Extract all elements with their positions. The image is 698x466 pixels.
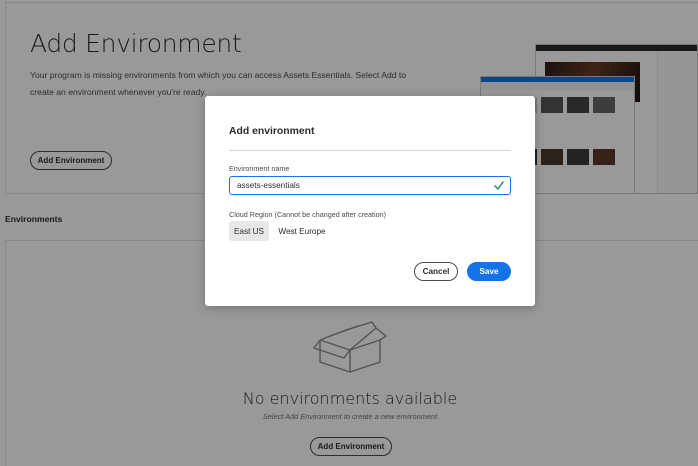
region-option-east-us[interactable]: East US	[229, 221, 269, 241]
environment-name-label: Environment name	[229, 164, 290, 173]
save-button[interactable]: Save	[467, 262, 511, 281]
cloud-region-label: Cloud Region (Cannot be changed after cr…	[229, 210, 387, 219]
environment-name-field[interactable]	[229, 176, 511, 195]
checkmark-icon	[494, 181, 504, 190]
region-option-west-europe[interactable]: West Europe	[275, 221, 329, 241]
cancel-button[interactable]: Cancel	[414, 262, 458, 281]
add-environment-dialog: Add environment Environment name Cloud R…	[205, 96, 535, 306]
dialog-title: Add environment	[229, 126, 315, 137]
environment-name-input[interactable]	[230, 177, 490, 194]
dialog-divider	[229, 150, 511, 151]
